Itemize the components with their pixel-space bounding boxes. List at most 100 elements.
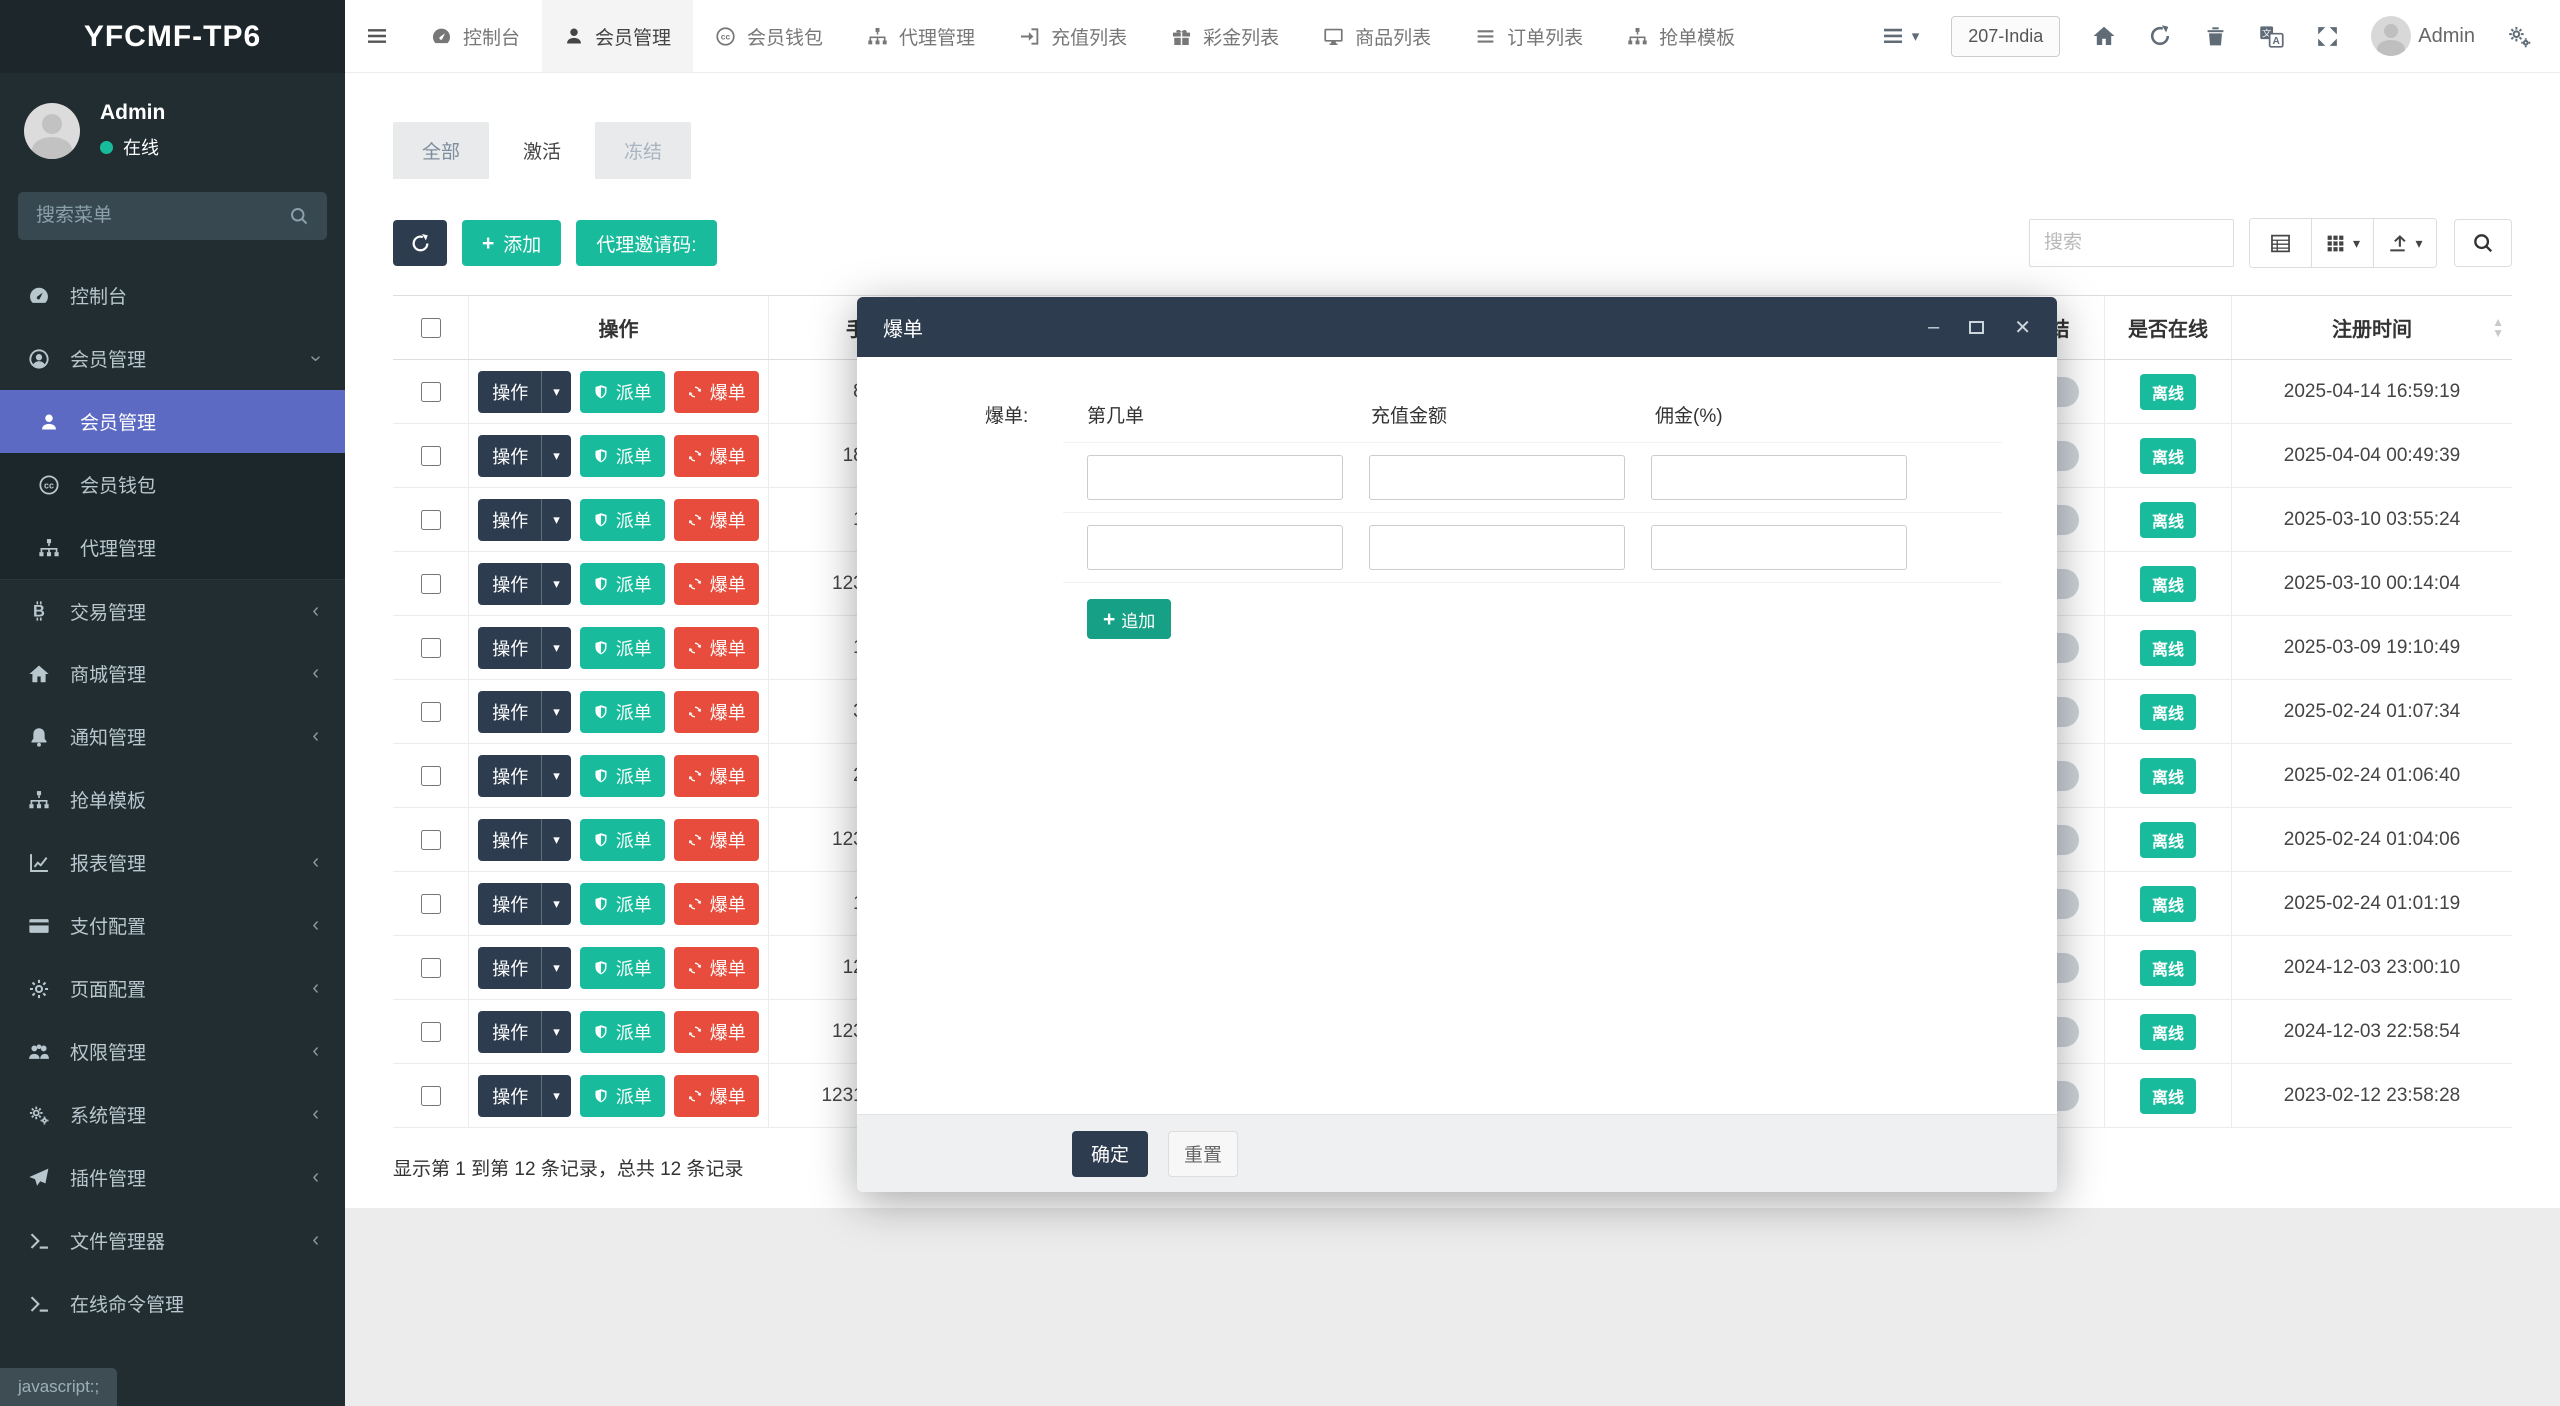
burst-order-button[interactable]: 爆单 (674, 563, 759, 605)
close-icon[interactable]: ✕ (2014, 315, 2031, 340)
row-checkbox[interactable] (421, 382, 441, 402)
append-row-button[interactable]: + 追加 (1087, 599, 1171, 639)
sidebar-item-permission-management[interactable]: 权限管理 ‹ (0, 1020, 345, 1083)
order-index-input[interactable] (1087, 525, 1343, 570)
dispatch-order-button[interactable]: 派单 (580, 819, 665, 861)
burst-order-button[interactable]: 爆单 (674, 1011, 759, 1053)
row-checkbox[interactable] (421, 766, 441, 786)
sidebar-item-member-management-parent[interactable]: 会员管理 ‹ (0, 327, 345, 390)
modal-header[interactable]: 爆单 – ✕ (857, 297, 2057, 357)
commission-input[interactable] (1651, 455, 1907, 500)
row-action-dropdown[interactable]: 操作 ▾ (478, 435, 571, 477)
row-action-dropdown[interactable]: 操作 ▾ (478, 819, 571, 861)
row-action-dropdown[interactable]: 操作 ▾ (478, 627, 571, 669)
nav-tab-agent-management[interactable]: 代理管理 (845, 0, 997, 72)
agent-invite-code-button[interactable]: 代理邀请码: (576, 220, 716, 266)
row-action-dropdown[interactable]: 操作 ▾ (478, 883, 571, 925)
row-action-dropdown[interactable]: 操作 ▾ (478, 371, 571, 413)
dispatch-order-button[interactable]: 派单 (580, 883, 665, 925)
burst-order-button[interactable]: 爆单 (674, 435, 759, 477)
row-checkbox[interactable] (421, 446, 441, 466)
trash-button[interactable] (2204, 25, 2227, 48)
recharge-amount-input[interactable] (1369, 525, 1625, 570)
dispatch-order-button[interactable]: 派单 (580, 563, 665, 605)
row-action-dropdown[interactable]: 操作 ▾ (478, 563, 571, 605)
settings-button[interactable] (2507, 24, 2532, 49)
sidebar-item-system-management[interactable]: 系统管理 ‹ (0, 1083, 345, 1146)
columns-button[interactable]: ▾ (2312, 219, 2374, 267)
burst-order-button[interactable]: 爆单 (674, 371, 759, 413)
confirm-button[interactable]: 确定 (1072, 1131, 1148, 1177)
nav-tab-order-template[interactable]: 抢单模板 (1605, 0, 1757, 72)
nav-tab-recharge-list[interactable]: 充值列表 (997, 0, 1149, 72)
dispatch-order-button[interactable]: 派单 (580, 1011, 665, 1053)
row-checkbox[interactable] (421, 958, 441, 978)
sort-icon[interactable]: ▲▼ (2492, 318, 2504, 338)
sidebar-item-mall-management[interactable]: 商城管理 ‹ (0, 642, 345, 705)
home-button[interactable] (2092, 24, 2116, 48)
header-reg-time[interactable]: 注册时间 ▲▼ (2232, 296, 2512, 359)
sidebar-item-notice-management[interactable]: 通知管理 ‹ (0, 705, 345, 768)
nav-tab-member-wallet[interactable]: cc 会员钱包 (693, 0, 845, 72)
sidebar-item-dashboard[interactable]: 控制台 (0, 264, 345, 327)
refresh-table-button[interactable] (393, 220, 447, 266)
nav-tab-dashboard[interactable]: 控制台 (409, 0, 542, 72)
row-action-dropdown[interactable]: 操作 ▾ (478, 499, 571, 541)
minimize-icon[interactable]: – (1928, 316, 1939, 339)
user-menu[interactable]: Admin (2371, 16, 2475, 56)
row-checkbox[interactable] (421, 510, 441, 530)
sidebar-item-agent-management[interactable]: 代理管理 (0, 516, 345, 579)
advanced-search-button[interactable] (2454, 219, 2512, 267)
sidebar-item-plugin-management[interactable]: 插件管理 ‹ (0, 1146, 345, 1209)
table-search-input[interactable] (2029, 219, 2234, 267)
dispatch-order-button[interactable]: 派单 (580, 371, 665, 413)
row-action-dropdown[interactable]: 操作 ▾ (478, 947, 571, 989)
row-checkbox[interactable] (421, 574, 441, 594)
dispatch-order-button[interactable]: 派单 (580, 1075, 665, 1117)
burst-order-button[interactable]: 爆单 (674, 947, 759, 989)
row-action-dropdown[interactable]: 操作 ▾ (478, 691, 571, 733)
row-action-dropdown[interactable]: 操作 ▾ (478, 1011, 571, 1053)
nav-tab-order-list[interactable]: 订单列表 (1453, 0, 1605, 72)
burst-order-button[interactable]: 爆单 (674, 755, 759, 797)
fullscreen-button[interactable] (2316, 25, 2339, 48)
tab-all[interactable]: 全部 (393, 122, 489, 179)
sidebar-search-input[interactable] (36, 205, 289, 227)
select-all-checkbox[interactable] (421, 318, 441, 338)
sidebar-item-report-management[interactable]: 报表管理 ‹ (0, 831, 345, 894)
burst-order-button[interactable]: 爆单 (674, 627, 759, 669)
row-checkbox[interactable] (421, 702, 441, 722)
burst-order-button[interactable]: 爆单 (674, 1075, 759, 1117)
tab-active[interactable]: 激活 (494, 122, 590, 179)
row-action-dropdown[interactable]: 操作 ▾ (478, 755, 571, 797)
dispatch-order-button[interactable]: 派单 (580, 691, 665, 733)
site-selector[interactable]: 207-India (1951, 16, 2060, 57)
dispatch-order-button[interactable]: 派单 (580, 755, 665, 797)
row-checkbox[interactable] (421, 1022, 441, 1042)
maximize-icon[interactable] (1969, 321, 1984, 334)
reset-button[interactable]: 重置 (1168, 1131, 1238, 1177)
add-button[interactable]: + 添加 (462, 220, 561, 266)
sidebar-item-trade-management[interactable]: B 交易管理 ‹ (0, 579, 345, 642)
order-index-input[interactable] (1087, 455, 1343, 500)
sidebar-item-member-management[interactable]: 会员管理 (0, 390, 345, 453)
nav-tab-bonus-list[interactable]: 彩金列表 (1149, 0, 1301, 72)
dispatch-order-button[interactable]: 派单 (580, 499, 665, 541)
burst-order-button[interactable]: 爆单 (674, 819, 759, 861)
sidebar-toggle-button[interactable] (345, 0, 409, 72)
nav-tab-member-management[interactable]: 会员管理 (542, 0, 693, 72)
sidebar-item-page-config[interactable]: 页面配置 ‹ (0, 957, 345, 1020)
recharge-amount-input[interactable] (1369, 455, 1625, 500)
row-checkbox[interactable] (421, 1086, 441, 1106)
nav-list-dropdown[interactable]: ▾ (1881, 24, 1920, 48)
export-button[interactable]: ▾ (2374, 219, 2436, 267)
refresh-button[interactable] (2148, 24, 2172, 48)
burst-order-button[interactable]: 爆单 (674, 499, 759, 541)
translate-button[interactable]: 文 A (2259, 24, 2284, 49)
row-checkbox[interactable] (421, 638, 441, 658)
toggle-pagination-button[interactable] (2250, 219, 2312, 267)
sidebar-item-order-template[interactable]: 抢单模板 (0, 768, 345, 831)
row-action-dropdown[interactable]: 操作 ▾ (478, 1075, 571, 1117)
sidebar-item-online-command[interactable]: 在线命令管理 (0, 1272, 345, 1335)
tab-frozen[interactable]: 冻结 (595, 122, 691, 179)
